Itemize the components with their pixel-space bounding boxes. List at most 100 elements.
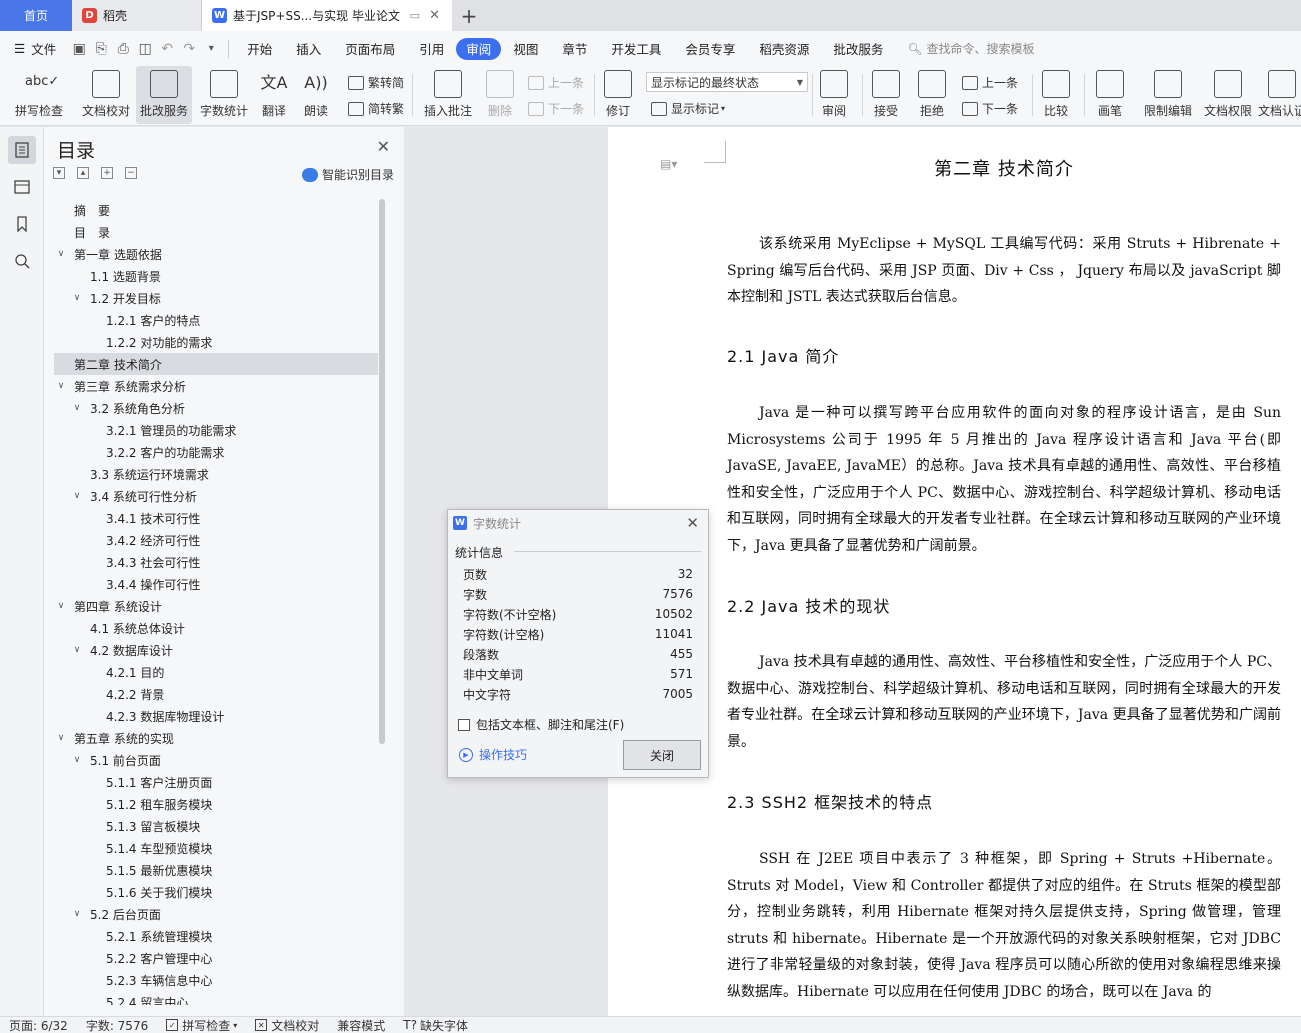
toc-item[interactable]: 5.1.2 租车服务模块: [54, 793, 378, 815]
dialog-title-bar[interactable]: W 字数统计: [448, 510, 708, 536]
chevron-down-icon[interactable]: ∨: [54, 733, 68, 743]
toc-item[interactable]: 5.1.1 客户注册页面: [54, 771, 378, 793]
missing-font-status[interactable]: T? 缺失字体: [394, 1017, 477, 1033]
toc-item[interactable]: 目 录: [54, 221, 378, 243]
search-panel-button[interactable]: [8, 247, 36, 275]
toc-item[interactable]: ∨ 第五章 系统的实现: [54, 727, 378, 749]
menu-references[interactable]: 引用: [407, 38, 456, 60]
toc-item[interactable]: 4.2.2 背景: [54, 683, 378, 705]
chevron-down-icon[interactable]: ∨: [70, 293, 84, 303]
tips-link[interactable]: ▶ 操作技巧: [459, 746, 527, 763]
toc-item[interactable]: 3.2.2 客户的功能需求: [54, 441, 378, 463]
restrict-editing-button[interactable]: 限制编辑: [1140, 66, 1196, 124]
trad-to-simp-button[interactable]: 繁转简: [348, 74, 404, 91]
toc-item[interactable]: 5.2.3 车辆信息中心: [54, 969, 378, 991]
prev-change-button[interactable]: 上一条: [962, 74, 1018, 91]
toc-item[interactable]: 1.1 选题背景: [54, 265, 378, 287]
smart-toc-button[interactable]: 智能识别目录: [301, 166, 394, 183]
toc-item[interactable]: 4.2.3 数据库物理设计: [54, 705, 378, 727]
word-count-indicator[interactable]: 字数: 7576: [77, 1017, 157, 1033]
menu-member[interactable]: 会员专享: [673, 38, 747, 60]
close-icon[interactable]: ✕: [429, 8, 440, 23]
toc-item[interactable]: 5.2.1 系统管理模块: [54, 925, 378, 947]
toc-item[interactable]: ∨ 3.4 系统可行性分析: [54, 485, 378, 507]
page-options-icon[interactable]: ▤▾: [660, 157, 677, 171]
proofread-button[interactable]: 文档校对: [78, 66, 134, 124]
menu-correction[interactable]: 批改服务: [821, 38, 895, 60]
outline-panel-button[interactable]: [8, 173, 36, 201]
save-icon[interactable]: ▣: [68, 38, 90, 60]
toc-item[interactable]: 5.1.4 车型预览模块: [54, 837, 378, 859]
toc-item[interactable]: 摘 要: [54, 199, 378, 221]
print-icon[interactable]: ⎙: [112, 38, 134, 60]
collapse-all-icon[interactable]: ▾: [53, 167, 65, 179]
close-icon[interactable]: ✕: [686, 514, 699, 532]
document-cert-button[interactable]: 文档认证: [1258, 66, 1301, 124]
expand-all-icon[interactable]: ▴: [77, 167, 89, 179]
page-indicator[interactable]: 页面: 6/32: [0, 1017, 77, 1033]
prev-comment-button[interactable]: 上一条: [528, 74, 584, 91]
toc-item[interactable]: 3.4.1 技术可行性: [54, 507, 378, 529]
menu-docer-resources[interactable]: 稻壳资源: [747, 38, 821, 60]
insert-comment-button[interactable]: 插入批注: [420, 66, 476, 124]
toc-item[interactable]: 3.4.2 经济可行性: [54, 529, 378, 551]
toc-panel-button[interactable]: [7, 136, 36, 164]
toc-item[interactable]: 5.1.5 最新优惠模块: [54, 859, 378, 881]
toc-item[interactable]: ∨ 5.1 前台页面: [54, 749, 378, 771]
export-icon[interactable]: ⎘: [90, 38, 112, 60]
menu-insert[interactable]: 插入: [284, 38, 333, 60]
menu-developer[interactable]: 开发工具: [599, 38, 673, 60]
chevron-down-icon[interactable]: ∨: [70, 403, 84, 413]
tab-docer[interactable]: D 稻壳: [72, 0, 202, 31]
include-textbox-checkbox[interactable]: 包括文本框、脚注和尾注(F): [458, 716, 624, 733]
document-page[interactable]: ▤▾ 第二章 技术简介 该系统采用 MyEclipse + MySQL 工具编写…: [608, 127, 1301, 1016]
wordcount-button[interactable]: 字数统计: [196, 66, 252, 124]
close-button[interactable]: 关闭: [623, 740, 701, 770]
toc-item[interactable]: 5.1.3 留言板模块: [54, 815, 378, 837]
chevron-down-icon[interactable]: ∨: [70, 909, 84, 919]
toc-item[interactable]: 4.2.1 目的: [54, 661, 378, 683]
toc-item[interactable]: 5.2.2 客户管理中心: [54, 947, 378, 969]
simp-to-trad-button[interactable]: 简转繁: [348, 100, 404, 117]
toc-item[interactable]: 4.1 系统总体设计: [54, 617, 378, 639]
pin-icon[interactable]: ▭: [410, 9, 420, 22]
new-tab-button[interactable]: +: [452, 0, 486, 31]
menu-file[interactable]: ☰ 文件: [0, 38, 68, 60]
spellcheck-status[interactable]: ✓ 拼写检查 ▾: [157, 1017, 246, 1033]
compare-button[interactable]: 比较: [1038, 66, 1074, 124]
proofread-status[interactable]: ✕ 文档校对: [246, 1017, 328, 1033]
document-permission-button[interactable]: 文档权限: [1200, 66, 1256, 124]
delete-comment-button[interactable]: 删除: [480, 66, 520, 124]
toc-item[interactable]: ∨ 3.2 系统角色分析: [54, 397, 378, 419]
undo-icon[interactable]: ↶: [156, 38, 178, 60]
track-changes-button[interactable]: 修订: [600, 66, 636, 124]
close-icon[interactable]: ✕: [377, 137, 390, 156]
toc-item[interactable]: 第二章 技术简介: [54, 353, 378, 375]
toc-item[interactable]: 3.2.1 管理员的功能需求: [54, 419, 378, 441]
markup-state-select[interactable]: 显示标记的最终状态 ▼: [646, 72, 808, 92]
toc-item[interactable]: ∨ 4.2 数据库设计: [54, 639, 378, 661]
menu-start[interactable]: 开始: [235, 38, 284, 60]
command-search[interactable]: 🔍︎ 查找命令、搜索模板: [895, 40, 1034, 57]
toc-item[interactable]: ∨ 5.2 后台页面: [54, 903, 378, 925]
translate-button[interactable]: 文A 翻译: [254, 66, 294, 124]
correction-button[interactable]: 批改服务: [136, 66, 192, 124]
toc-scrollbar[interactable]: [379, 199, 385, 744]
accept-button[interactable]: 接受: [868, 66, 904, 124]
menu-view[interactable]: 视图: [501, 38, 550, 60]
tab-document[interactable]: W 基于JSP+SS...与实现 毕业论文 ▭ ✕: [202, 0, 452, 31]
chevron-down-icon[interactable]: ∨: [54, 381, 68, 391]
show-markup-button[interactable]: 显示标记 ▾: [651, 100, 725, 117]
next-comment-button[interactable]: 下一条: [528, 100, 584, 117]
menu-layout[interactable]: 页面布局: [333, 38, 407, 60]
toc-item[interactable]: 1.2.1 客户的特点: [54, 309, 378, 331]
toc-item[interactable]: ∨ 第一章 选题依据: [54, 243, 378, 265]
chevron-down-icon[interactable]: ∨: [54, 249, 68, 259]
toc-item[interactable]: ∨ 第三章 系统需求分析: [54, 375, 378, 397]
review-pane-button[interactable]: 审阅: [816, 66, 852, 124]
chevron-down-icon[interactable]: ∨: [70, 645, 84, 655]
remove-heading-icon[interactable]: −: [125, 167, 137, 179]
reject-button[interactable]: 拒绝: [914, 66, 950, 124]
toc-item[interactable]: ∨ 第四章 系统设计: [54, 595, 378, 617]
chevron-down-icon[interactable]: ∨: [70, 755, 84, 765]
